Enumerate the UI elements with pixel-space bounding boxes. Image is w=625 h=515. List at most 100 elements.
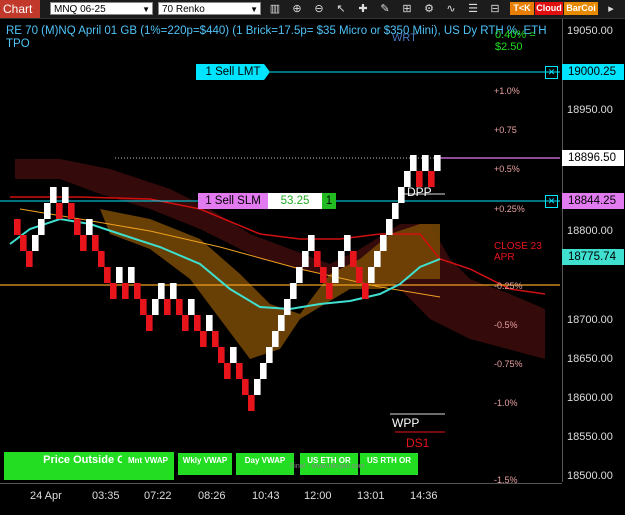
down-brick — [356, 267, 363, 283]
zoom-in-icon[interactable]: ⊕ — [286, 1, 308, 17]
chart-tab[interactable]: Chart — [0, 0, 40, 18]
down-brick — [212, 331, 219, 347]
down-brick — [242, 379, 249, 395]
close-label: CLOSE 23 APR — [494, 241, 542, 263]
mnt-vwap-button[interactable]: Mnt VWAP — [122, 453, 174, 475]
chart-plot-area[interactable]: RE 70 (M)NQ April 01 GB (1%=220p=$440) (… — [0, 19, 562, 485]
up-brick — [158, 283, 165, 299]
up-brick — [284, 299, 291, 315]
wrt-label: WRT — [392, 32, 417, 44]
down-brick — [146, 315, 153, 331]
down-brick — [122, 283, 129, 299]
down-brick — [104, 267, 111, 283]
more-icon[interactable]: ▸ — [600, 1, 622, 17]
close-icon[interactable]: ✕ — [545, 66, 558, 79]
order-panel-icon[interactable]: ⊟ — [484, 1, 506, 17]
time-tick: 24 Apr — [30, 490, 62, 502]
pct-level: +1.0% — [494, 86, 520, 96]
down-brick — [164, 299, 171, 315]
up-brick — [338, 251, 345, 267]
chart-info-text: RE 70 (M)NQ April 01 GB (1%=220p=$440) (… — [6, 25, 561, 51]
pointer-icon[interactable]: ↖ — [330, 1, 352, 17]
wkly-vwap-button[interactable]: Wkly VWAP — [178, 453, 232, 475]
down-brick — [350, 251, 357, 267]
down-brick — [80, 235, 87, 251]
up-brick — [152, 299, 159, 315]
chevron-down-icon: ▼ — [250, 5, 258, 14]
template-icon[interactable]: ⊞ — [396, 1, 418, 17]
tk-badge[interactable]: T<K — [510, 2, 534, 15]
up-brick — [44, 203, 51, 219]
bar-type-selector[interactable]: 70 Renko ▼ — [158, 2, 261, 15]
up-brick — [188, 299, 195, 315]
dpp-label: DPP — [407, 185, 432, 199]
down-brick — [56, 203, 63, 219]
down-brick — [68, 203, 75, 219]
up-brick — [32, 235, 39, 251]
up-brick — [386, 219, 393, 235]
up-brick — [128, 267, 135, 283]
up-brick — [290, 283, 297, 299]
wpp-label: WPP — [392, 416, 420, 430]
down-brick — [194, 315, 201, 331]
down-brick — [248, 395, 255, 411]
sell-slm-price-tag: 18844.25 — [562, 193, 624, 209]
up-brick — [392, 203, 399, 219]
sell-lmt-order[interactable]: 1 Sell LMT — [196, 64, 270, 80]
pct-level: -0.75% — [494, 359, 523, 369]
sell-slm-order[interactable]: 1 Sell SLM — [198, 193, 268, 209]
time-tick: 13:01 — [357, 490, 385, 502]
up-brick — [434, 155, 441, 171]
down-brick — [20, 235, 27, 251]
time-tick: 08:26 — [198, 490, 226, 502]
up-brick — [62, 187, 69, 203]
up-brick — [230, 347, 237, 363]
up-brick — [422, 155, 429, 171]
copyright-watermark: © 2025 NinjaTrader, LLC — [6, 465, 128, 477]
pct-level: -0.25% — [494, 281, 523, 291]
down-brick — [14, 219, 21, 235]
zoom-out-icon[interactable]: ⊖ — [308, 1, 330, 17]
up-brick — [368, 267, 375, 283]
close-icon[interactable]: ✕ — [545, 195, 558, 208]
pct-level: +0.5% — [494, 164, 520, 174]
crosshair-icon[interactable]: ✚ — [352, 1, 374, 17]
down-brick — [320, 267, 327, 283]
sell-lmt-price-tag: 19000.25 — [562, 64, 624, 80]
drawing-tools-icon[interactable]: ✎ — [374, 1, 396, 17]
up-brick — [116, 267, 123, 283]
strategies-icon[interactable]: ⚙ — [418, 1, 440, 17]
price-tick: 18950.00 — [567, 104, 613, 116]
time-tick: 12:00 — [304, 490, 332, 502]
down-brick — [98, 251, 105, 267]
up-brick — [86, 219, 93, 235]
bar-type-value: 70 Renko — [162, 4, 205, 15]
time-axis[interactable]: 24 Apr 03:35 07:22 08:26 10:43 12:00 13:… — [0, 483, 562, 515]
day-vwap-button[interactable]: Day VWAP — [236, 453, 294, 475]
up-brick — [344, 235, 351, 251]
instrument-selector[interactable]: MNQ 06-25 ▼ — [50, 2, 153, 15]
cloud-badge[interactable]: Cloud — [535, 2, 563, 15]
price-tick: 18550.00 — [567, 431, 613, 443]
last-price-tag: 18896.50 — [562, 150, 624, 166]
up-brick — [266, 347, 273, 363]
chevron-down-icon: ▼ — [142, 5, 150, 14]
time-tick: 07:22 — [144, 490, 172, 502]
down-brick — [182, 315, 189, 331]
properties-icon[interactable]: ☰ — [462, 1, 484, 17]
indicators-icon[interactable]: ∿ — [440, 1, 462, 17]
bars-icon[interactable]: ▥ — [264, 1, 286, 17]
info-line1: RE 70 (M)NQ April 01 GB (1%=220p=$440) (… — [6, 25, 547, 37]
up-brick — [278, 315, 285, 331]
order-qty[interactable]: 1 — [322, 193, 336, 209]
us-rth-or-button[interactable]: US RTH OR — [360, 453, 418, 475]
down-brick — [176, 299, 183, 315]
down-brick — [134, 283, 141, 299]
up-brick — [254, 379, 261, 395]
pct-level: -0.5% — [494, 320, 518, 330]
up-brick — [38, 219, 45, 235]
barcoi-badge[interactable]: BarCoi — [564, 2, 598, 15]
down-brick — [362, 283, 369, 299]
up-brick — [272, 331, 279, 347]
down-brick — [26, 251, 33, 267]
